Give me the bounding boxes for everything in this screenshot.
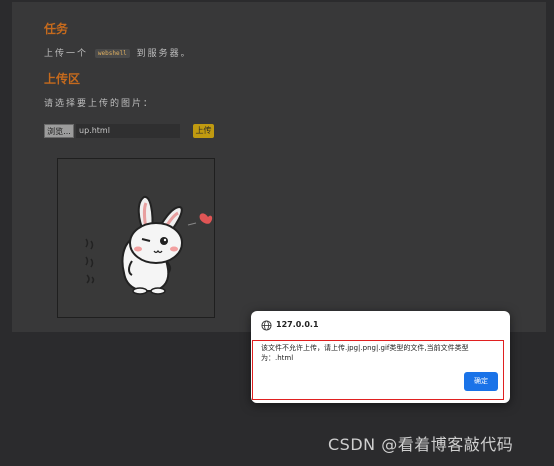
alert-dialog: 127.0.0.1 该文件不允许上传，请上传.jpg|.png|.gif类型的文…	[251, 311, 510, 403]
dialog-origin: 127.0.0.1	[276, 320, 319, 329]
task-code-tag: webshell	[94, 49, 130, 58]
task-prefix: 上传一个	[44, 49, 89, 59]
upload-section-title: 上传区	[44, 72, 81, 86]
browse-button[interactable]: 浏览...	[44, 124, 74, 138]
globe-icon	[261, 320, 272, 331]
upload-prompt: 请选择要上传的图片：	[44, 99, 155, 109]
rabbit-image	[85, 195, 213, 295]
dialog-message: 该文件不允许上传，请上传.jpg|.png|.gif类型的文件,当前文件类型为：…	[261, 344, 469, 362]
task-description: 上传一个 webshell 到服务器。	[44, 46, 192, 59]
image-preview	[57, 158, 215, 318]
csdn-watermark: CSDN @看着博客敲代码	[328, 435, 514, 454]
task-title: 任务	[44, 22, 69, 36]
ok-button[interactable]: 确定	[464, 372, 498, 391]
upload-button[interactable]: 上传	[193, 124, 214, 138]
task-suffix: 到服务器。	[136, 49, 192, 59]
selected-file-name: up.html	[76, 124, 180, 138]
